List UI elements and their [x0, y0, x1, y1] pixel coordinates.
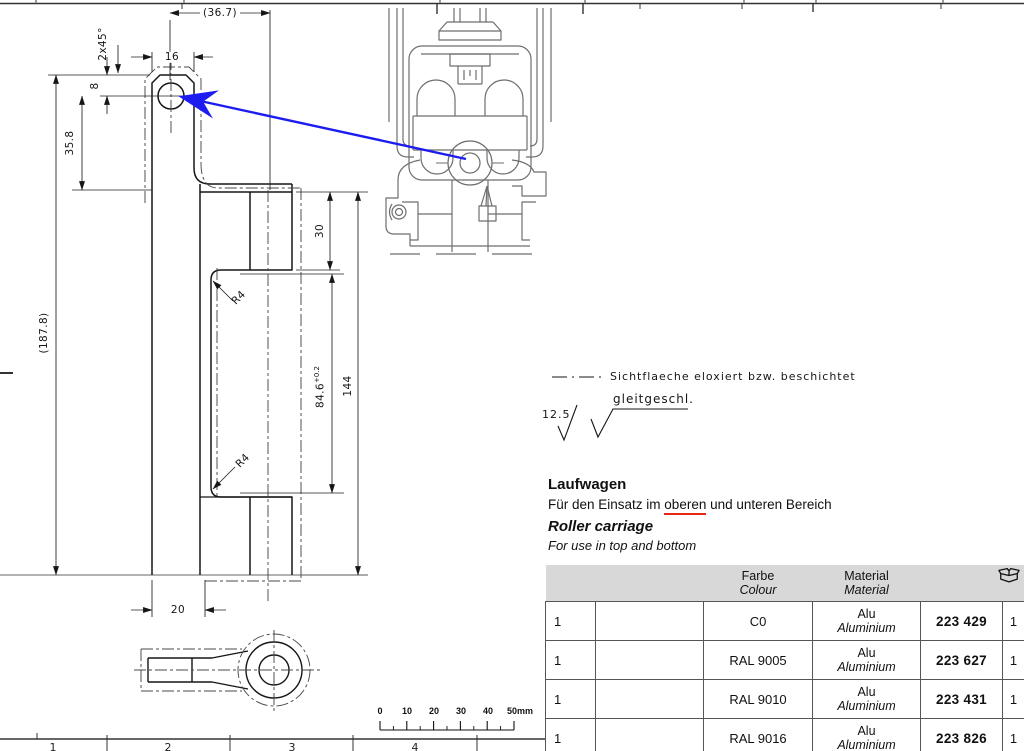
parts-table-header: Farbe Colour Material Material — [546, 565, 1024, 602]
cell-colour: RAL 9010 — [704, 680, 813, 719]
ruler-label: 50mm — [507, 707, 533, 716]
subtitle-german-post: und unteren Bereich — [706, 497, 831, 512]
cell-material: Alu Aluminium — [813, 641, 921, 680]
cell-material-de: Alu — [813, 646, 920, 660]
cell-material-en: Aluminium — [813, 660, 920, 674]
scale-ruler — [380, 721, 514, 730]
title-english: Roller carriage — [548, 518, 988, 536]
table-row: 1 RAL 9010 Alu Aluminium 223 431 1 — [546, 680, 1024, 719]
header-qty — [546, 565, 596, 602]
dim-hole-offset: 8 — [90, 82, 101, 89]
ruler-label: 0 — [377, 707, 382, 716]
header-material: Material Material — [813, 565, 921, 602]
dim-recess-value: 84.6 — [315, 383, 327, 408]
dim-overall-height: (187.8) — [39, 312, 50, 353]
header-colour-en: Colour — [704, 583, 813, 597]
ruler-label: 10 — [402, 707, 412, 716]
dim-head-height: 35.8 — [65, 131, 76, 156]
ruler-label: 20 — [429, 707, 439, 716]
legend-dashdot-label: Sichtflaeche eloxiert bzw. beschichtet — [610, 371, 856, 382]
cell-pack-qty: 1 — [1003, 602, 1024, 641]
part-dashdot — [145, 58, 301, 601]
dim-recess-tolerance: +0.2 — [313, 366, 321, 383]
cell-material-de: Alu — [813, 724, 920, 738]
dim-head-width: 16 — [162, 52, 182, 63]
cell-colour: C0 — [704, 602, 813, 641]
cell-part-number: 223 429 — [921, 602, 1003, 641]
cell-image — [596, 680, 704, 719]
frame-bottom — [0, 373, 545, 751]
eye-view-dashdot — [134, 630, 320, 711]
legend-symbols — [552, 377, 688, 440]
table-row: 1 RAL 9016 Alu Aluminium 223 826 1 — [546, 719, 1024, 751]
cell-qty: 1 — [546, 680, 596, 719]
dim-width-ref: (36.7) — [200, 8, 240, 19]
dim-inner-height: 144 — [343, 375, 354, 396]
title-german: Laufwagen — [548, 476, 988, 494]
drawing-sheet: (36.7) 16 2x45° 8 35.8 (187.8) 30 84.6+0… — [0, 0, 1024, 751]
header-colour: Farbe Colour — [704, 565, 813, 602]
subtitle-german: Für den Einsatz im oberen und unteren Be… — [548, 496, 988, 513]
grid-label: 2 — [165, 742, 172, 751]
dim-chamfer: 2x45° — [98, 27, 109, 61]
part-outline — [152, 75, 292, 575]
subtitle-german-pre: Für den Einsatz im — [548, 497, 664, 512]
package-icon — [998, 566, 1020, 584]
grid-label: 4 — [412, 742, 419, 751]
ruler-label: 40 — [483, 707, 493, 716]
cell-colour: RAL 9005 — [704, 641, 813, 680]
legend-surface-note: gleitgeschl. — [613, 393, 694, 405]
ruler-label: 30 — [456, 707, 466, 716]
table-row: 1 RAL 9005 Alu Aluminium 223 627 1 — [546, 641, 1024, 680]
dim-foot-width: 20 — [168, 605, 188, 616]
cell-qty: 1 — [546, 719, 596, 751]
cell-colour: RAL 9016 — [704, 719, 813, 751]
header-image — [596, 565, 704, 602]
dim-radius-bottom: R4 — [234, 452, 252, 470]
parts-table: Farbe Colour Material Material 1 C0 Alu … — [545, 565, 1024, 751]
cell-image — [596, 641, 704, 680]
dim-radius-top: R4 — [230, 289, 248, 307]
cell-part-number: 223 431 — [921, 680, 1003, 719]
header-material-de: Material — [813, 569, 921, 583]
profile-cross-section — [386, 8, 551, 254]
cell-qty: 1 — [546, 602, 596, 641]
dim-recess-height: 84.6+0.2 — [314, 366, 326, 408]
table-row: 1 C0 Alu Aluminium 223 429 1 — [546, 602, 1024, 641]
eye-view-outline — [148, 642, 302, 698]
header-colour-de: Farbe — [704, 569, 813, 583]
cell-material: Alu Aluminium — [813, 602, 921, 641]
subtitle-english: For use in top and bottom — [548, 538, 988, 554]
grid-label: 1 — [50, 742, 57, 751]
header-material-en: Material — [813, 583, 921, 597]
cell-pack-qty: 1 — [1003, 680, 1024, 719]
header-partno — [921, 565, 1003, 602]
section-headings: Laufwagen Für den Einsatz im oberen und … — [548, 476, 988, 554]
cell-image — [596, 602, 704, 641]
cell-image — [596, 719, 704, 751]
callout-arrow — [182, 97, 466, 159]
subtitle-german-highlighted: oberen — [664, 497, 706, 515]
dim-block-height: 30 — [315, 224, 326, 238]
cell-part-number: 223 826 — [921, 719, 1003, 751]
cell-material-en: Aluminium — [813, 699, 920, 713]
cell-pack-qty: 1 — [1003, 641, 1024, 680]
cell-part-number: 223 627 — [921, 641, 1003, 680]
cell-qty: 1 — [546, 641, 596, 680]
cell-material-de: Alu — [813, 607, 920, 621]
part-dimensions — [48, 10, 368, 617]
cell-pack-qty: 1 — [1003, 719, 1024, 751]
cell-material-en: Aluminium — [813, 738, 920, 751]
frame-top — [0, 0, 1024, 14]
cell-material: Alu Aluminium — [813, 680, 921, 719]
grid-label: 3 — [289, 742, 296, 751]
cell-material-en: Aluminium — [813, 621, 920, 635]
cell-material-de: Alu — [813, 685, 920, 699]
legend-roughness-value: 12.5 — [542, 409, 571, 420]
cell-material: Alu Aluminium — [813, 719, 921, 751]
